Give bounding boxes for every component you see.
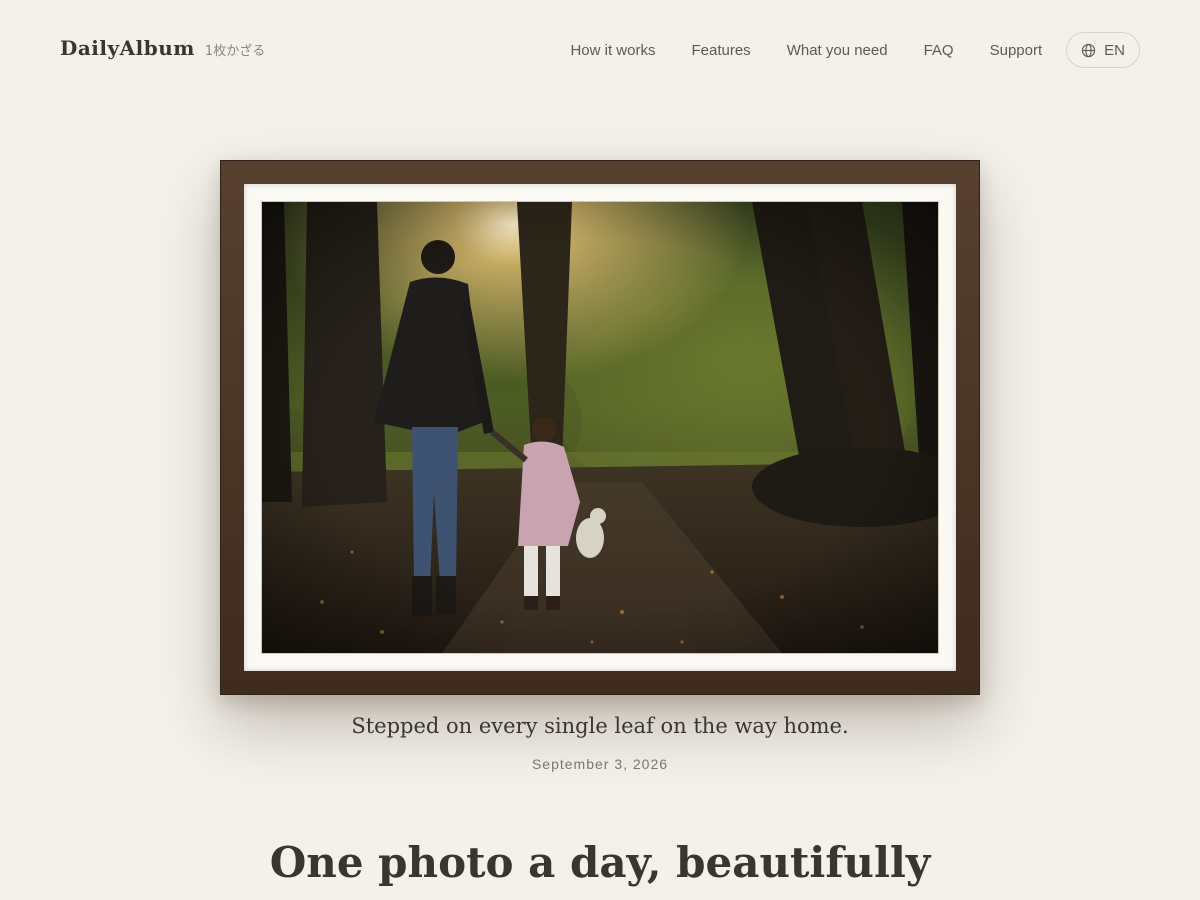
brand-tagline: 1枚かざる bbox=[204, 44, 266, 59]
photo-caption: Stepped on every single leaf on the way … bbox=[351, 714, 849, 738]
featured-photo bbox=[261, 201, 939, 654]
language-button[interactable]: EN bbox=[1066, 32, 1140, 68]
brand-name[interactable]: DailyAlbum bbox=[60, 36, 195, 60]
nav-link-how-it-works[interactable]: How it works bbox=[570, 42, 655, 59]
nav-link-features[interactable]: Features bbox=[691, 42, 750, 59]
nav-link-what-you-need[interactable]: What you need bbox=[787, 42, 888, 59]
site-header: DailyAlbum 1枚かざる How it works Features W… bbox=[0, 0, 1200, 100]
globe-icon bbox=[1082, 43, 1096, 57]
brand[interactable]: DailyAlbum 1枚かざる bbox=[60, 36, 265, 60]
hero-headline: One photo a day, beautifully bbox=[269, 838, 931, 887]
photo-date: September 3, 2026 bbox=[531, 756, 669, 772]
photo-frame bbox=[220, 160, 980, 695]
language-label: EN bbox=[1104, 41, 1125, 59]
photo-mat bbox=[244, 184, 956, 671]
nav-link-faq[interactable]: FAQ bbox=[924, 42, 954, 59]
main-nav: How it works Features What you need FAQ … bbox=[570, 32, 1140, 68]
nav-link-support[interactable]: Support bbox=[990, 42, 1043, 59]
